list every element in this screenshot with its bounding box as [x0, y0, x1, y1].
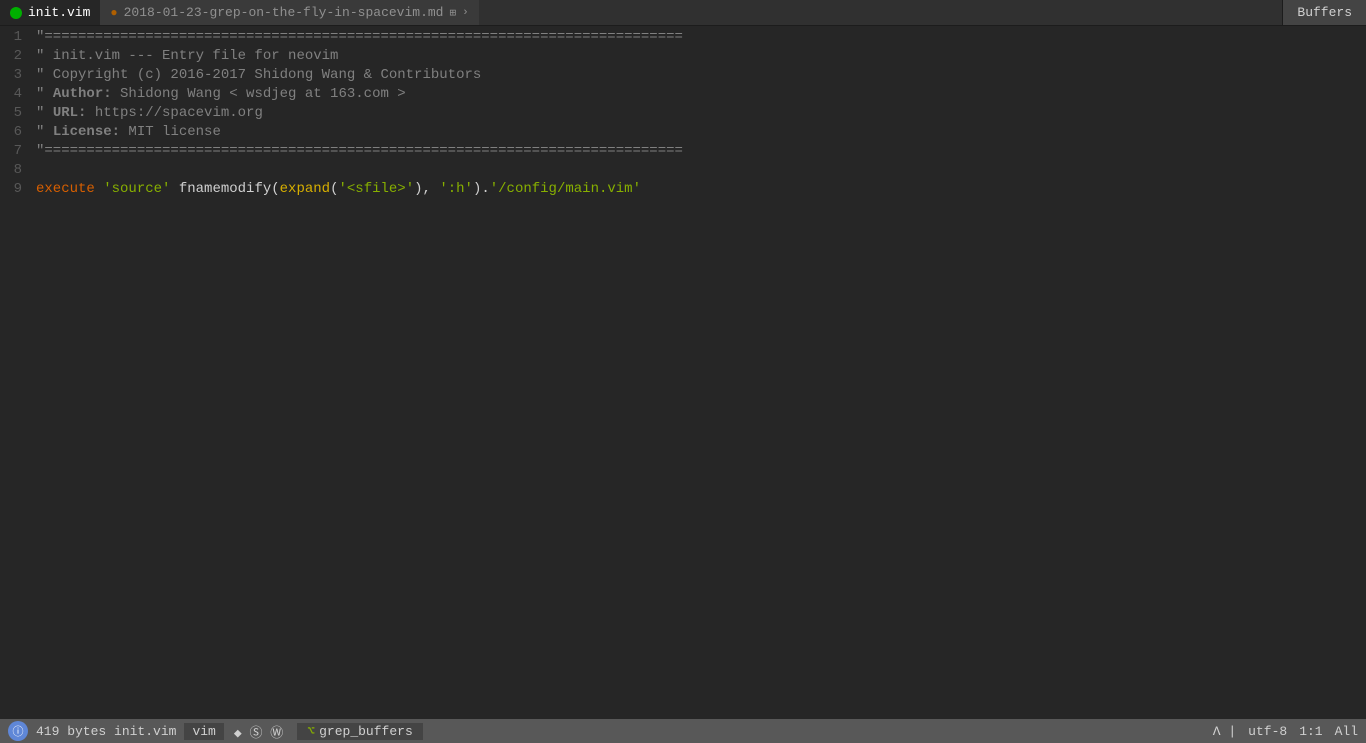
line-number-8: 8: [0, 161, 30, 180]
code-line-3: 3 " Copyright (c) 2016-2017 Shidong Wang…: [0, 66, 1366, 85]
line-number-6: 6: [0, 123, 30, 142]
buffers-label: Buffers: [1297, 5, 1352, 20]
code-line-4: 4 " Author: Shidong Wang < wsdjeg at 163…: [0, 85, 1366, 104]
status-plugin-icon: ⌥: [307, 724, 315, 739]
editor-area: 1 "=====================================…: [0, 26, 1366, 719]
status-plugin-name: grep_buffers: [319, 724, 413, 739]
status-file-size: 419 bytes: [36, 724, 106, 739]
line-content-6: " License: MIT license: [30, 123, 1366, 142]
status-encoding: utf-8: [1248, 724, 1287, 739]
line-content-3: " Copyright (c) 2016-2017 Shidong Wang &…: [30, 66, 1366, 85]
line-content-8: [30, 161, 1366, 180]
code-line-5: 5 " URL: https://spacevim.org: [0, 104, 1366, 123]
line-content-9: execute 'source' fnamemodify(expand('<sf…: [30, 180, 1366, 199]
tab-bar: init.vim ● 2018-01-23-grep-on-the-fly-in…: [0, 0, 1366, 26]
line-number-4: 4: [0, 85, 30, 104]
tab-format-indicator: ⊞: [449, 6, 456, 20]
line-number-2: 2: [0, 47, 30, 66]
line-content-1: "=======================================…: [30, 28, 1366, 47]
status-mode: vim: [184, 723, 223, 740]
status-mode-label: vim: [192, 724, 215, 739]
line-number-5: 5: [0, 104, 30, 123]
code-line-8: 8: [0, 161, 1366, 180]
tab-modified-icon: ●: [110, 6, 117, 20]
vim-icon: [10, 7, 22, 19]
tab-blog-md[interactable]: ● 2018-01-23-grep-on-the-fly-in-spacevim…: [100, 0, 478, 25]
code-line-6: 6 " License: MIT license: [0, 123, 1366, 142]
tab-label-init-vim: init.vim: [28, 5, 90, 20]
status-indicator-icon: ⓘ: [8, 721, 28, 741]
status-vim-logo: Ʌ |: [1213, 724, 1236, 739]
buffers-button[interactable]: Buffers: [1282, 0, 1366, 25]
code-line-2: 2 " init.vim --- Entry file for neovim: [0, 47, 1366, 66]
line-content-2: " init.vim --- Entry file for neovim: [30, 47, 1366, 66]
status-plugin: ⌥ grep_buffers: [297, 723, 422, 740]
status-bar: ⓘ 419 bytes init.vim vim ◆ Ⓢ Ⓦ ⌥ grep_bu…: [0, 719, 1366, 743]
code-line-1: 1 "=====================================…: [0, 28, 1366, 47]
status-right: Ʌ | utf-8 1:1 All: [1213, 724, 1358, 739]
status-file-name: init.vim: [114, 724, 176, 739]
code-line-7: 7 "=====================================…: [0, 142, 1366, 161]
tab-label-blog-md: 2018-01-23-grep-on-the-fly-in-spacevim.m…: [124, 5, 444, 20]
line-number-9: 9: [0, 180, 30, 199]
tab-init-vim[interactable]: init.vim: [0, 0, 100, 25]
line-content-4: " Author: Shidong Wang < wsdjeg at 163.c…: [30, 85, 1366, 104]
status-file-info: 419 bytes init.vim: [36, 724, 176, 739]
line-number-1: 1: [0, 28, 30, 47]
code-line-9: 9 execute 'source' fnamemodify(expand('<…: [0, 180, 1366, 199]
line-content-5: " URL: https://spacevim.org: [30, 104, 1366, 123]
tab-arrow: ›: [462, 7, 469, 19]
status-percent: All: [1335, 724, 1358, 739]
line-number-7: 7: [0, 142, 30, 161]
line-number-3: 3: [0, 66, 30, 85]
status-space-symbol: ◆ Ⓢ Ⓦ: [232, 722, 285, 741]
status-position: 1:1: [1299, 724, 1322, 739]
line-content-7: "=======================================…: [30, 142, 1366, 161]
status-left: ⓘ 419 bytes init.vim vim ◆ Ⓢ Ⓦ ⌥ grep_bu…: [8, 721, 423, 741]
